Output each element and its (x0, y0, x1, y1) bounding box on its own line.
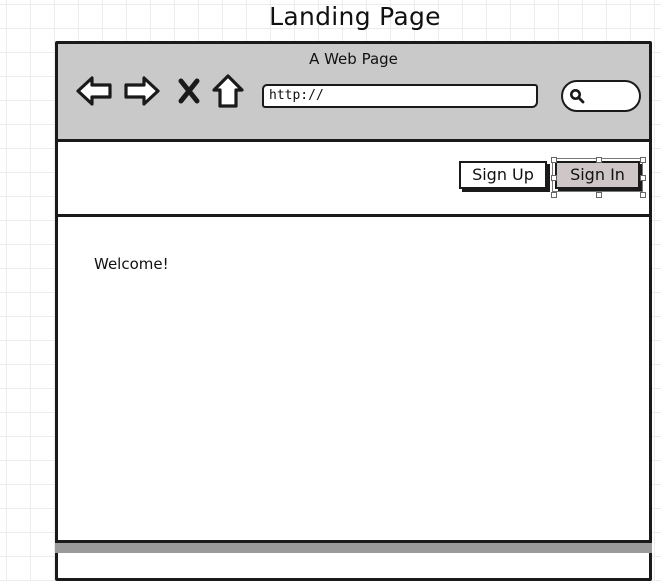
selection-handle[interactable] (551, 192, 557, 198)
selection-handle[interactable] (640, 175, 646, 181)
back-arrow-icon[interactable] (74, 74, 114, 108)
site-header: Sign Up Sign In (58, 142, 649, 217)
selection-handle[interactable] (551, 157, 557, 163)
forward-arrow-icon[interactable] (122, 74, 162, 108)
search-input[interactable] (561, 80, 641, 112)
window-title: A Web Page (309, 50, 398, 68)
selection-handle[interactable] (596, 157, 602, 163)
page-title: Landing Page (269, 2, 441, 31)
welcome-text: Welcome! (94, 255, 169, 273)
sign-up-button[interactable]: Sign Up (459, 161, 547, 189)
selection-handle[interactable] (551, 175, 557, 181)
url-input[interactable]: http:// (262, 84, 538, 108)
selection-handle[interactable] (640, 192, 646, 198)
browser-status-bar (55, 540, 652, 553)
browser-window: A Web Page http:// Sign Up Sign In Welco… (55, 41, 652, 581)
close-icon[interactable] (176, 74, 202, 108)
selection-handle[interactable] (640, 157, 646, 163)
home-icon[interactable] (210, 74, 246, 108)
browser-toolbar: A Web Page http:// (58, 44, 649, 142)
sign-in-button[interactable]: Sign In (552, 158, 643, 192)
page-content: Welcome! (58, 217, 649, 578)
selection-handle[interactable] (596, 192, 602, 198)
search-icon (569, 88, 585, 108)
